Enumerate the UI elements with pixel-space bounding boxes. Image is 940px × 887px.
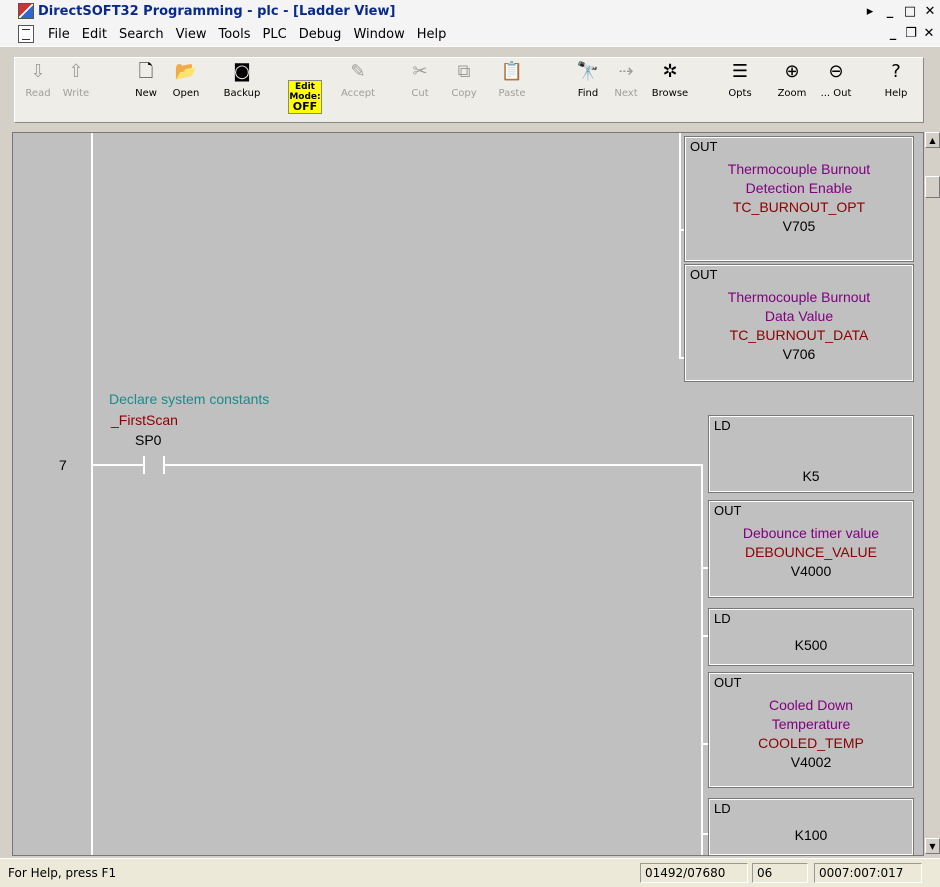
accept-icon: ✎ <box>350 61 366 82</box>
status-mode: 06 <box>752 863 808 883</box>
menu-file[interactable]: File <box>42 27 76 42</box>
status-position: 0007:007:017 <box>814 863 922 883</box>
minimize-button[interactable]: _ <box>880 2 900 20</box>
opts-button[interactable]: ☰ Opts <box>720 59 760 109</box>
paste-button[interactable]: 📋 Paste <box>492 59 532 109</box>
find-next-button[interactable]: ⇢ Next <box>606 59 646 109</box>
doc-minimize-button[interactable]: _ <box>884 24 902 42</box>
open-folder-icon: 📂 <box>174 61 198 82</box>
backup-button[interactable]: ◙ Backup <box>222 59 262 109</box>
paste-icon: 📋 <box>500 61 524 82</box>
output-bus-rung7 <box>701 464 703 855</box>
backup-icon: ◙ <box>233 61 251 82</box>
menu-window[interactable]: Window <box>347 27 410 42</box>
write-icon: ⇧ <box>68 61 84 82</box>
status-help-text: For Help, press F1 <box>8 866 117 880</box>
document-controls: _ ❐ ✕ <box>884 24 938 42</box>
cut-button[interactable]: ✂ Cut <box>400 59 440 109</box>
scissors-icon: ✂ <box>412 61 428 82</box>
close-button[interactable]: ✕ <box>920 2 940 20</box>
accept-button[interactable]: ✎ Accept <box>338 59 378 109</box>
zoom-out-button[interactable]: ⊖ ... Out <box>816 59 856 109</box>
status-bar: For Help, press F1 01492/07680 06 0007:0… <box>0 858 940 887</box>
scroll-thumb[interactable] <box>925 176 940 198</box>
menu-edit[interactable]: Edit <box>76 27 113 42</box>
doc-restore-button[interactable]: ❐ <box>902 24 920 42</box>
binoculars-icon: 🔭 <box>576 61 600 82</box>
menu-search[interactable]: Search <box>113 27 170 42</box>
menu-tools[interactable]: Tools <box>212 27 256 42</box>
doc-close-button[interactable]: ✕ <box>920 24 938 42</box>
options-icon: ☰ <box>731 61 749 82</box>
scroll-up-button[interactable]: ▲ <box>925 132 940 148</box>
ld-box[interactable]: LD K500 <box>708 608 914 666</box>
new-file-icon: 🗋 <box>138 61 154 82</box>
rung-number: 7 <box>59 457 67 473</box>
read-icon: ⇩ <box>30 61 46 82</box>
contact-left-bar[interactable] <box>143 456 145 474</box>
window-title: DirectSOFT32 Programming - plc - [Ladder… <box>38 3 396 19</box>
rung-comment: Declare system constants <box>109 391 270 407</box>
write-button[interactable]: ⇧ Write <box>56 59 96 109</box>
help-icon: ? <box>891 61 901 82</box>
out-box[interactable]: OUT Thermocouple Burnout Detection Enabl… <box>684 136 914 262</box>
out-box[interactable]: OUT Cooled Down Temperature COOLED_TEMP … <box>708 672 914 788</box>
scroll-right-icon[interactable]: ▸ <box>860 2 880 20</box>
menu-help[interactable]: Help <box>411 27 453 42</box>
copy-button[interactable]: ⧉ Copy <box>444 59 484 109</box>
left-power-rail <box>91 133 93 855</box>
ld-box[interactable]: LD K100 <box>708 798 914 855</box>
find-button[interactable]: 🔭 Find <box>568 59 608 109</box>
menu-view[interactable]: View <box>170 27 213 42</box>
status-memory: 01492/07680 <box>640 863 748 883</box>
ld-box[interactable]: LD K5 <box>708 415 914 493</box>
edit-mode-toggle[interactable]: Edit Mode: OFF <box>288 80 322 114</box>
copy-icon: ⧉ <box>457 61 471 82</box>
open-button[interactable]: 📂 Open <box>166 59 206 109</box>
window-controls: ▸ _ □ ✕ <box>860 2 940 20</box>
menu-bar: File Edit Search View Tools PLC Debug Wi… <box>0 22 940 46</box>
scroll-down-button[interactable]: ▼ <box>925 838 940 854</box>
browse-button[interactable]: ✲ Browse <box>650 59 690 109</box>
zoom-in-icon: ⊕ <box>784 61 800 82</box>
ladder-view[interactable]: OUT Thermocouple Burnout Detection Enabl… <box>12 132 924 856</box>
title-bar: DirectSOFT32 Programming - plc - [Ladder… <box>0 0 940 22</box>
contact-nickname: _FirstScan <box>111 412 178 428</box>
maximize-button[interactable]: □ <box>900 2 920 20</box>
new-button[interactable]: 🗋 New <box>126 59 166 109</box>
browse-icon: ✲ <box>662 61 678 82</box>
contact-address: SP0 <box>135 432 162 448</box>
zoom-in-button[interactable]: ⊕ Zoom <box>772 59 812 109</box>
menu-plc[interactable]: PLC <box>257 27 293 42</box>
rung-wire <box>91 464 143 466</box>
find-next-icon: ⇢ <box>618 61 634 82</box>
output-bus-top <box>679 133 681 359</box>
rung-wire <box>165 464 703 466</box>
out-box[interactable]: OUT Thermocouple Burnout Data Value TC_B… <box>684 264 914 382</box>
zoom-out-icon: ⊖ <box>828 61 844 82</box>
vertical-scrollbar[interactable]: ▲ ▼ <box>925 132 940 856</box>
read-button[interactable]: ⇩ Read <box>18 59 58 109</box>
document-icon[interactable] <box>18 25 34 43</box>
menu-debug[interactable]: Debug <box>293 27 348 42</box>
toolbar: ⇩ Read ⇧ Write 🗋 New 📂 Open ◙ Backup Edi… <box>0 46 940 131</box>
app-icon[interactable] <box>18 3 34 19</box>
help-button[interactable]: ? Help <box>876 59 916 109</box>
out-box[interactable]: OUT Debounce timer value DEBOUNCE_VALUE … <box>708 500 914 598</box>
